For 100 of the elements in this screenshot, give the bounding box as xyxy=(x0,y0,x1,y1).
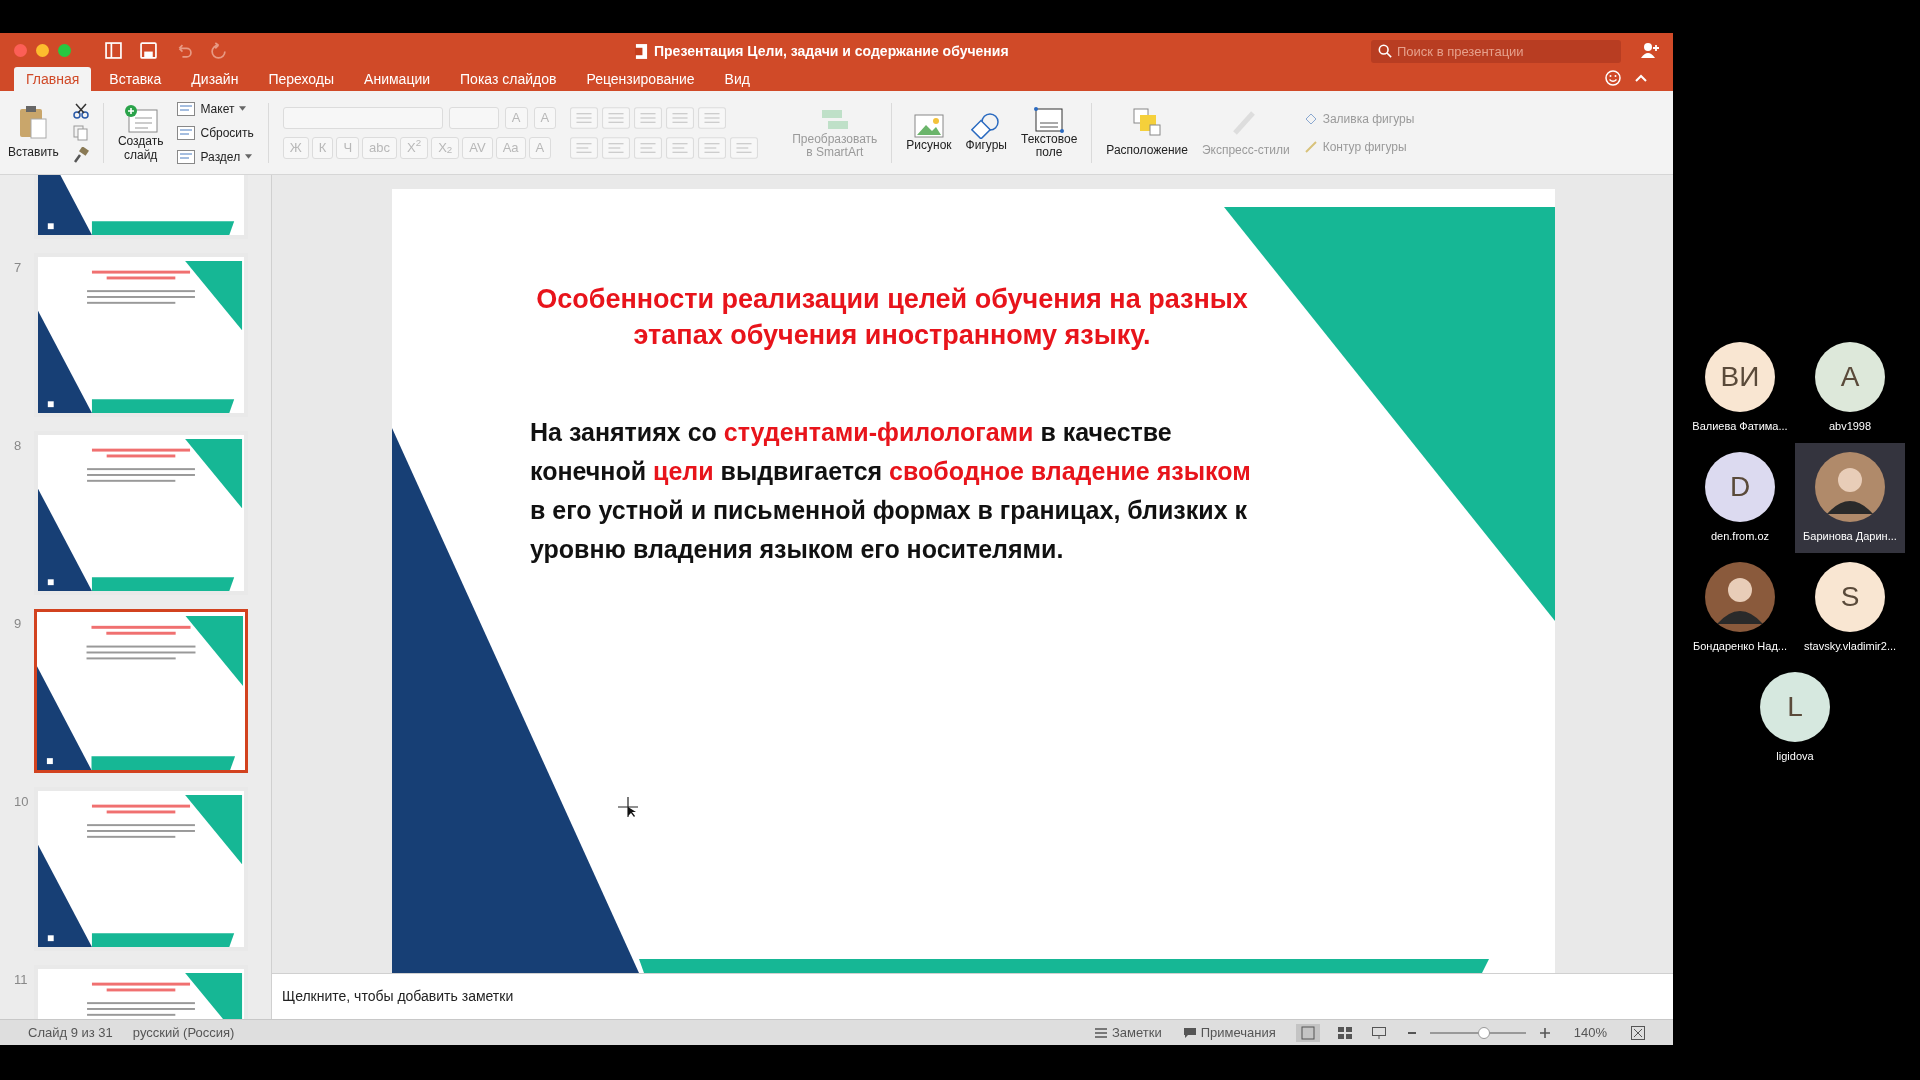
align-icon[interactable] xyxy=(730,136,759,159)
zoom-in-icon[interactable] xyxy=(1539,1027,1550,1038)
window-title: Презентация Цели, задачи и содержание обучения xyxy=(654,42,1009,61)
ribbon-command[interactable]: Раздел xyxy=(177,146,254,167)
slide-text: студентами-филологами xyxy=(723,417,1034,448)
slide-text: уровню владения языком его носителями. xyxy=(530,534,1064,565)
list-icon[interactable] xyxy=(666,106,695,129)
new-slide-icon xyxy=(123,103,158,134)
ribbon-tab[interactable]: Переходы xyxy=(256,67,347,91)
align-icon[interactable] xyxy=(698,136,727,159)
slide-number: 8 xyxy=(14,438,22,453)
cursor-icon xyxy=(618,797,638,817)
collapse-icon[interactable] xyxy=(1635,74,1647,82)
layout-icon xyxy=(177,101,196,116)
ribbon-tab[interactable]: Дизайн xyxy=(179,67,251,91)
participant-name: Валиева Фатима... xyxy=(1692,418,1788,434)
participant-name: Баринова Дарин... xyxy=(1803,528,1897,544)
participant-name: den.from.oz xyxy=(1710,528,1770,544)
zoom-slider-thumb[interactable] xyxy=(1477,1026,1490,1039)
ribbon-tab[interactable]: Рецензирование xyxy=(574,67,707,91)
list-icon[interactable] xyxy=(634,106,663,129)
participant-name: Бондаренко Над... xyxy=(1693,638,1787,654)
align-icon[interactable] xyxy=(570,136,599,159)
search-field[interactable]: Поиск в презентации xyxy=(1371,39,1621,63)
ribbon-tab[interactable]: Показ слайдов xyxy=(448,67,569,91)
slide-text: конечной xyxy=(530,456,648,487)
participant-tile[interactable]: ВИ Валиева Фатима... xyxy=(1685,333,1795,443)
picture-icon xyxy=(913,113,944,139)
participant-tile[interactable]: A abv1998 xyxy=(1795,333,1905,443)
insert-button[interactable]: Текстовое поле xyxy=(1021,106,1078,159)
paste-button[interactable]: Вставить xyxy=(8,104,59,161)
copy-icon[interactable] xyxy=(72,124,89,141)
zoom-level[interactable]: 140% xyxy=(1573,1022,1607,1043)
slide-text: выдвигается xyxy=(719,456,884,487)
slide-text: цели xyxy=(653,456,714,487)
redo-icon[interactable] xyxy=(210,41,227,59)
language-label[interactable]: русский (Россия) xyxy=(132,1022,235,1043)
notes-button[interactable]: Заметки xyxy=(1094,1022,1162,1043)
participant-tile[interactable]: Бондаренко Над... xyxy=(1685,553,1795,663)
new-slide-button[interactable]: Создать слайд xyxy=(117,103,164,162)
slide-counter: Слайд 9 из 31 xyxy=(28,1023,113,1042)
close-button[interactable] xyxy=(14,43,27,57)
caret-icon xyxy=(239,106,247,111)
zoom-out-icon[interactable] xyxy=(1407,1031,1416,1034)
slide-text: свободное владение языком xyxy=(889,456,1251,487)
participant-tile[interactable]: S stavsky.vladimir2... xyxy=(1795,553,1905,663)
list-icon[interactable] xyxy=(602,106,631,129)
align-icon[interactable] xyxy=(602,136,631,159)
slide-number: 11 xyxy=(14,972,28,987)
layout-icon xyxy=(177,125,196,140)
align-icon[interactable] xyxy=(634,136,663,159)
comment-icon xyxy=(1183,1027,1196,1038)
pen-icon xyxy=(1303,139,1318,154)
avatar: ВИ xyxy=(1705,341,1775,412)
ribbon-tab[interactable]: Вставка xyxy=(97,67,174,91)
arrange-button[interactable]: Расположение xyxy=(1106,106,1188,159)
participant-name: stavsky.vladimir2... xyxy=(1803,638,1897,654)
insert-button[interactable]: Фигуры xyxy=(965,113,1007,152)
participant-name: abv1998 xyxy=(1828,418,1872,434)
normal-view-icon[interactable] xyxy=(1295,1023,1320,1042)
insert-button[interactable]: Рисунок xyxy=(906,113,952,152)
avatar: A xyxy=(1815,341,1885,412)
text-box-icon xyxy=(1034,106,1065,133)
grid-view-icon[interactable] xyxy=(1337,1026,1352,1039)
layout-icon xyxy=(177,149,196,164)
avatar: L xyxy=(1760,671,1830,742)
notes-placeholder[interactable]: Щелкните, чтобы добавить заметки xyxy=(282,986,514,1007)
document-icon xyxy=(635,44,648,59)
list-icon[interactable] xyxy=(698,106,727,129)
sidebar-toggle-icon[interactable] xyxy=(105,41,122,59)
minimize-button[interactable] xyxy=(36,43,49,57)
save-icon[interactable] xyxy=(140,41,157,59)
slide-title: Особенности реализации целей обучения на разных xyxy=(536,283,1248,316)
avatar: S xyxy=(1815,561,1885,632)
ribbon-command[interactable]: Макет xyxy=(177,98,254,119)
search-icon xyxy=(1378,43,1392,58)
scissors-icon[interactable] xyxy=(72,102,89,119)
smiley-icon[interactable] xyxy=(1605,70,1621,86)
add-person-icon[interactable] xyxy=(1641,42,1659,58)
participant-tile[interactable]: Баринова Дарин... xyxy=(1795,443,1905,553)
slide-thumbnail[interactable] xyxy=(34,609,248,773)
ribbon-tab[interactable]: Главная xyxy=(14,67,92,91)
slide-text: На занятиях со xyxy=(530,417,718,448)
slide-title: этапах обучения иностранному языку. xyxy=(633,319,1151,352)
participant-tile[interactable]: L ligidova xyxy=(1740,663,1850,773)
clipboard-icon xyxy=(19,104,48,139)
avatar: D xyxy=(1705,451,1775,522)
notes-icon xyxy=(1094,1027,1107,1038)
list-icon[interactable] xyxy=(570,106,599,129)
zoom-button[interactable] xyxy=(58,43,71,57)
ribbon-tab[interactable]: Вид xyxy=(712,67,762,91)
presenter-view-icon[interactable] xyxy=(1371,1026,1386,1039)
align-icon[interactable] xyxy=(666,136,695,159)
fit-to-window-icon[interactable] xyxy=(1631,1025,1645,1040)
participant-tile[interactable]: D den.from.oz xyxy=(1685,443,1795,553)
comments-button[interactable]: Примечания xyxy=(1183,1022,1276,1043)
slide-text: в его устной и письменной формах в границах, близких к xyxy=(530,495,1248,526)
shapes-icon xyxy=(971,113,1002,139)
ribbon-command[interactable]: Сбросить xyxy=(177,122,254,143)
ribbon-tab[interactable]: Анимации xyxy=(352,67,443,91)
